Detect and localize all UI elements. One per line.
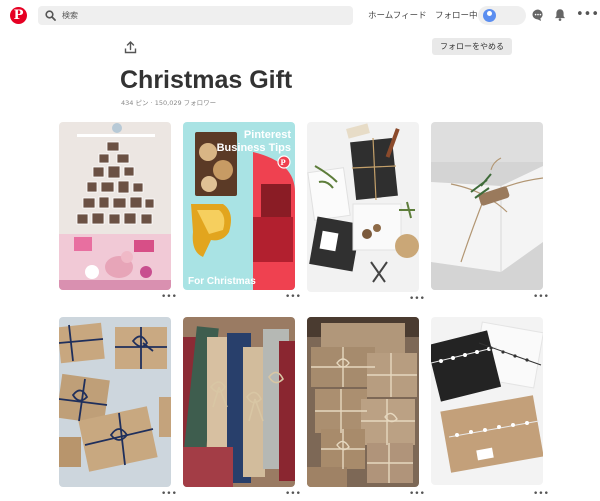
pin-gift-wrapping-flatlay[interactable] [307,122,419,292]
pin-image [307,317,419,487]
pin-more-icon[interactable]: ••• [409,490,425,499]
pin-image [59,317,171,487]
avatar [483,9,496,22]
pin-pinterest-business-tips[interactable]: P Pinterest Business Tips For Christmas [183,122,295,290]
pin-white-box-twine[interactable] [431,122,543,290]
search-icon [45,10,56,21]
pin-image [183,317,295,487]
notifications-bell-icon[interactable] [553,8,567,22]
pin-image: P Pinterest Business Tips For Christmas [183,122,295,290]
top-bar: P ホームフィード フォロー中 ••• [0,0,600,30]
pin-more-icon[interactable]: ••• [161,490,177,499]
pin-more-icon[interactable]: ••• [533,490,549,499]
unfollow-button[interactable]: フォローをやめる [432,38,512,55]
board-title: Christmas Gift [120,66,293,94]
pinterest-logo[interactable]: P [10,7,27,24]
stats-separator: · [150,99,153,107]
pin-overlay-caption: For Christmas [188,276,256,287]
nav-home-feed[interactable]: ホームフィード [368,9,427,21]
pin-more-icon[interactable]: ••• [409,295,425,304]
search-bar[interactable] [38,6,353,25]
pin-christmas-tree-photo-wall[interactable] [59,122,171,290]
board-stats: 434 ピン · 150,029 フォロワー [121,97,216,107]
messages-icon[interactable] [531,8,545,22]
pin-fabric-rolls[interactable] [183,317,295,487]
svg-text:P: P [280,158,286,167]
pin-more-icon[interactable]: ••• [285,490,301,499]
pin-kraft-boxes-navy-ribbon[interactable] [59,317,171,487]
pin-more-icon[interactable]: ••• [285,293,301,302]
search-input[interactable] [62,6,342,25]
pin-star-ribbon-gifts[interactable] [431,317,543,485]
pins-count: 434 ピン [121,99,149,107]
pin-image [431,317,543,485]
more-options-icon[interactable]: ••• [576,7,599,22]
share-icon[interactable] [124,41,137,54]
pin-image [59,122,171,290]
pin-more-icon[interactable]: ••• [161,293,177,302]
followers-count[interactable]: 150,029 フォロワー [155,99,216,107]
pin-image [307,122,419,292]
profile-button[interactable] [478,6,526,25]
pin-kraft-gift-pile[interactable] [307,317,419,487]
pin-more-icon[interactable]: ••• [533,293,549,302]
pin-image [431,122,543,290]
nav-following[interactable]: フォロー中 [435,9,478,21]
